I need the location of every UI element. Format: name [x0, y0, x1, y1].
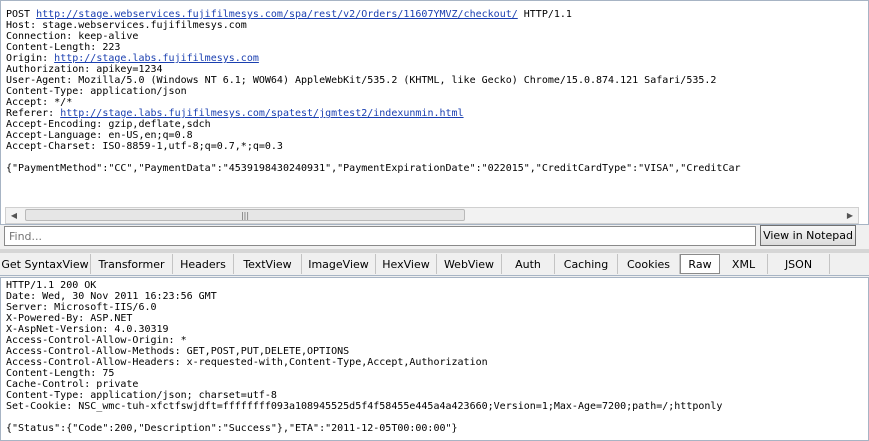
request-line: User-Agent: Mozilla/5.0 (Windows NT 6.1;… [6, 75, 741, 86]
request-text: Accept-Encoding: gzip,deflate,sdch [6, 119, 211, 130]
tab-cookies[interactable]: Cookies [618, 254, 680, 274]
request-text: Connection: keep-alive [6, 31, 139, 42]
request-line: Accept-Charset: ISO-8859-1,utf-8;q=0.7,*… [6, 141, 741, 152]
scroll-left-icon[interactable]: ◀ [6, 208, 22, 223]
tab-xml[interactable]: XML [720, 254, 768, 274]
tab-transformer[interactable]: Transformer [91, 254, 173, 274]
request-link[interactable]: http://stage.labs.fujifilmesys.com [54, 53, 259, 64]
request-text: POST [6, 9, 37, 20]
request-pane: POST http://stage.webservices.fujifilmes… [0, 0, 869, 225]
response-inspector-tabs: Get SyntaxView Transformer Headers TextView… [0, 253, 869, 276]
tab-textview[interactable]: TextView [234, 254, 302, 274]
response-line: {"Status":{"Code":200,"Description":"Suc… [6, 423, 458, 434]
response-line: Set-Cookie: NSC_wmc-tuh-xfctfswjdft=ffff… [6, 401, 723, 412]
response-pane: HTTP/1.1 200 OK Date: Wed, 30 Nov 2011 16… [0, 277, 869, 441]
response-line: X-AspNet-Version: 4.0.30319 [6, 324, 169, 335]
request-link[interactable]: http://stage.webservices.fujifilmesys.co… [36, 9, 518, 20]
request-line [6, 152, 741, 163]
request-line: Connection: keep-alive [6, 31, 741, 42]
request-text: User-Agent: Mozilla/5.0 (Windows NT 6.1;… [6, 75, 717, 86]
request-line: Content-Type: application/json [6, 86, 741, 97]
response-line: HTTP/1.1 200 OK [6, 280, 97, 291]
request-raw-text: POST http://stage.webservices.fujifilmes… [6, 9, 741, 174]
tab-webview[interactable]: WebView [437, 254, 502, 274]
request-text: Host: stage.webservices.fujifilmesys.com [6, 20, 247, 31]
find-input[interactable] [4, 226, 756, 246]
request-line: Accept-Language: en-US,en;q=0.8 [6, 130, 741, 141]
request-line: Authorization: apikey=1234 [6, 64, 741, 75]
request-text: Authorization: apikey=1234 [6, 64, 163, 75]
request-line: {"PaymentMethod":"CC","PaymentData":"453… [6, 163, 741, 174]
response-line: Cache-Control: private [6, 379, 139, 390]
request-line: Referer: http://stage.labs.fujifilmesys.… [6, 108, 741, 119]
response-line: Date: Wed, 30 Nov 2011 16:23:56 GMT [6, 291, 217, 302]
tab-get-syntaxview[interactable]: Get SyntaxView [0, 254, 91, 274]
tab-imageview[interactable]: ImageView [302, 254, 376, 274]
tab-auth[interactable]: Auth [502, 254, 555, 274]
request-line: POST http://stage.webservices.fujifilmes… [6, 9, 741, 20]
request-text: Accept: */* [6, 97, 73, 108]
request-line: Host: stage.webservices.fujifilmesys.com [6, 20, 741, 31]
response-line: Access-Control-Allow-Origin: * [6, 335, 187, 346]
tab-caching[interactable]: Caching [555, 254, 618, 274]
tab-json[interactable]: JSON [768, 254, 830, 274]
response-line [6, 412, 722, 423]
request-text: Content-Type: application/json [6, 86, 187, 97]
find-toolbar: View in Notepad [0, 225, 869, 247]
request-line: Accept-Encoding: gzip,deflate,sdch [6, 119, 741, 130]
response-line: Server: Microsoft-IIS/6.0 [6, 302, 157, 313]
request-text: Accept-Language: en-US,en;q=0.8 [6, 130, 193, 141]
request-text: HTTP/1.1 [517, 9, 572, 20]
response-line: X-Powered-By: ASP.NET [6, 313, 133, 324]
request-text: Referer: [6, 108, 61, 119]
request-text: Content-Length: 223 [6, 42, 121, 53]
response-raw-text: HTTP/1.1 200 OK Date: Wed, 30 Nov 2011 16… [6, 280, 722, 434]
tab-hexview[interactable]: HexView [376, 254, 437, 274]
request-line: Content-Length: 223 [6, 42, 741, 53]
view-in-notepad-button[interactable]: View in Notepad [760, 225, 856, 246]
request-line: Accept: */* [6, 97, 741, 108]
response-line: Access-Control-Allow-Methods: GET,POST,P… [6, 346, 350, 357]
scroll-right-icon[interactable]: ▶ [842, 208, 858, 223]
response-line: Content-Type: application/json; charset=… [6, 390, 277, 401]
request-text: Origin: [6, 53, 55, 64]
tab-headers[interactable]: Headers [173, 254, 234, 274]
request-link[interactable]: http://stage.labs.fujifilmesys.com/spate… [60, 108, 463, 119]
request-line: Origin: http://stage.labs.fujifilmesys.c… [6, 53, 741, 64]
request-text: Accept-Charset: ISO-8859-1,utf-8;q=0.7,*… [6, 141, 283, 152]
request-horizontal-scrollbar[interactable]: ◀ ||| ▶ [5, 207, 859, 224]
response-line: Access-Control-Allow-Headers: x-requeste… [6, 357, 488, 368]
tab-raw[interactable]: Raw [680, 254, 720, 274]
request-text: {"PaymentMethod":"CC","PaymentData":"453… [6, 163, 741, 174]
scrollbar-thumb[interactable]: ||| [25, 209, 465, 221]
response-line: Content-Length: 75 [6, 368, 115, 379]
